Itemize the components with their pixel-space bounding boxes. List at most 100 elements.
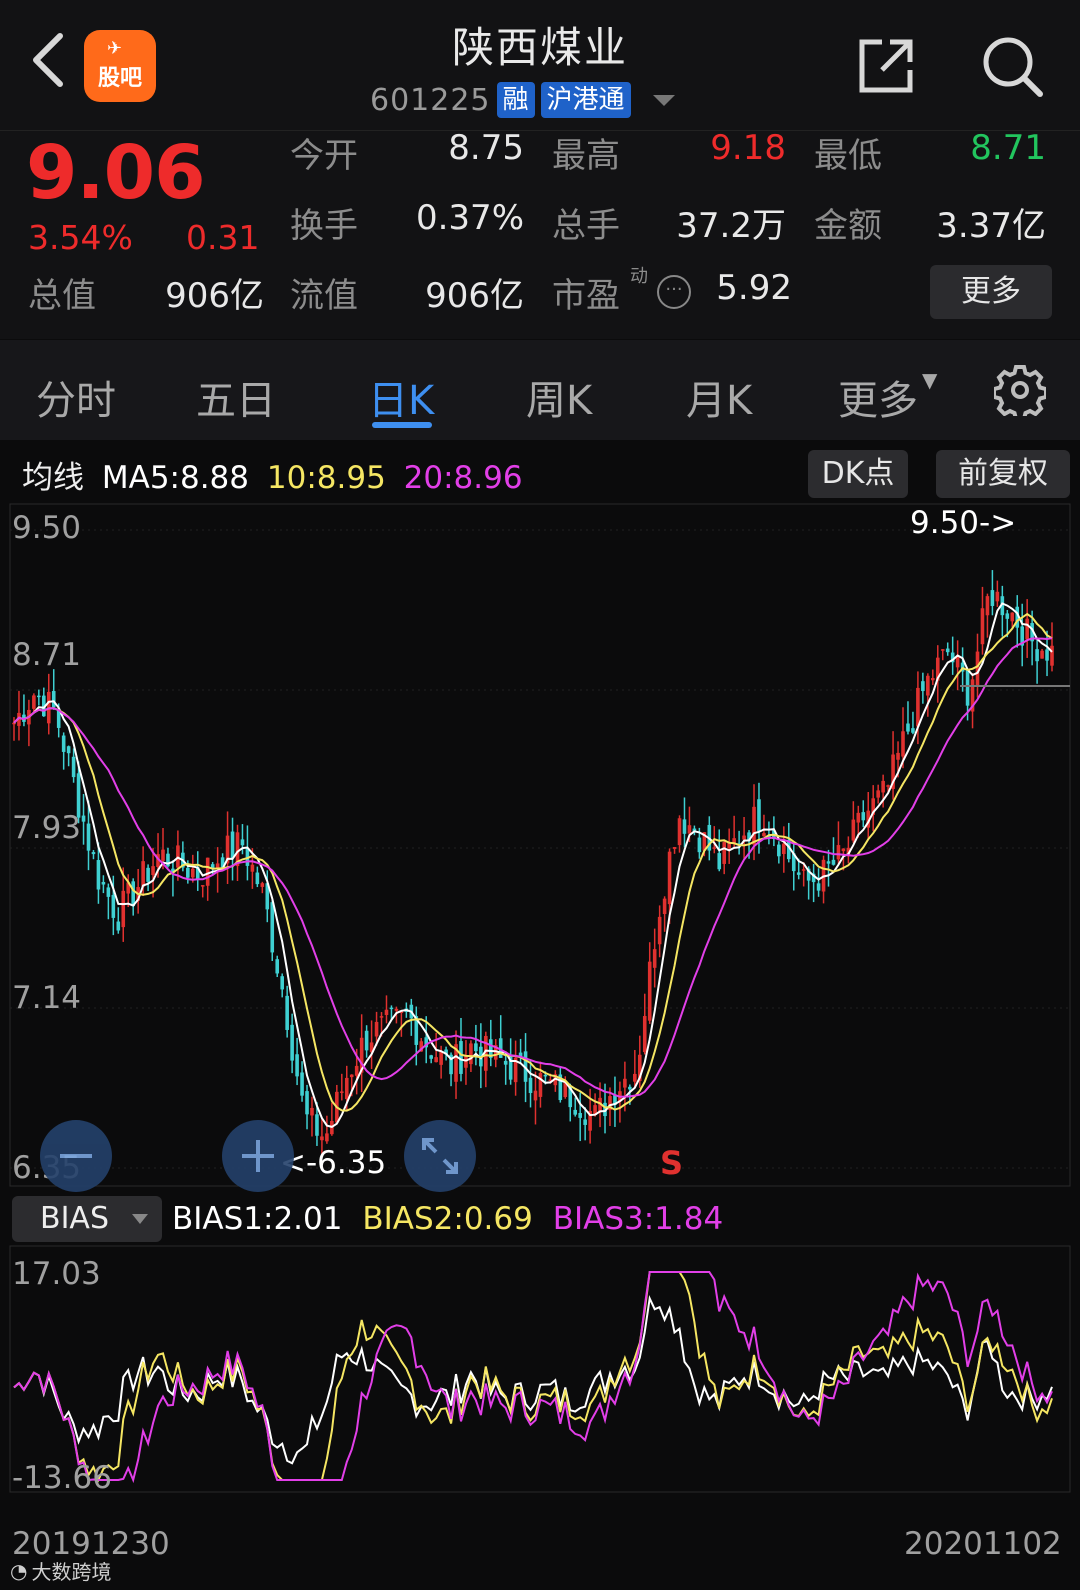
stock-code-line[interactable]: 601225 融 沪港通 (370, 80, 675, 120)
bias-legend: BIAS1:2.01 BIAS2:0.69 BIAS3:1.84 (172, 1196, 733, 1242)
tab-monthly-k[interactable]: 月K (686, 368, 752, 426)
candle-body (782, 843, 786, 854)
open-value: 8.75 (448, 128, 524, 168)
y-label-7.93: 7.93 (12, 810, 82, 846)
ma-label: 均线 (22, 460, 84, 496)
candle-body (394, 1008, 399, 1011)
low-label: 最低 (814, 136, 882, 176)
candle-body (757, 799, 761, 832)
candle-body (578, 1112, 582, 1118)
tab-five-day[interactable]: 五日 (196, 368, 276, 426)
candle-body (985, 596, 990, 616)
tab-weekly-k[interactable]: 周K (526, 368, 592, 426)
candle-body (677, 818, 682, 846)
bias-lines-group (13, 1271, 1053, 1484)
candle-body (945, 648, 950, 653)
candle-body (270, 902, 275, 953)
candle-body (151, 866, 155, 875)
candle-body (131, 881, 135, 907)
turnover-label: 换手 (290, 206, 358, 246)
pe-value: 5.92 (716, 268, 792, 308)
candle-body (583, 1119, 587, 1125)
candle-body (255, 872, 260, 885)
candle-body (51, 691, 56, 708)
candle-body (752, 806, 756, 845)
candle-body (682, 819, 687, 834)
candle-body (205, 857, 210, 886)
change-percent: 3.54% (28, 218, 133, 257)
candle-body (965, 669, 970, 706)
candle-body (1005, 613, 1010, 619)
bias-y-bottom: -13.66 (12, 1460, 112, 1496)
hk-connect-tag: 沪港通 (540, 82, 631, 118)
candle-body (384, 1009, 389, 1015)
dk-point-button[interactable]: DK点 (808, 450, 908, 498)
candle-body (1045, 649, 1049, 661)
candle-body (374, 1021, 379, 1037)
candle-body (831, 859, 836, 865)
fullscreen-button[interactable] (404, 1120, 476, 1192)
tab-daily-k[interactable]: 日K (368, 368, 434, 426)
candle-body (538, 1072, 543, 1097)
candle-body (161, 849, 165, 861)
candle-body (106, 887, 111, 897)
candle-body (633, 1073, 637, 1082)
candle-body (712, 847, 717, 849)
zoom-in-button[interactable] (222, 1120, 294, 1192)
candle-body (796, 872, 801, 875)
candle-body (931, 678, 935, 681)
candle-body (836, 845, 841, 860)
candle-body (667, 851, 672, 905)
ma20-line (13, 637, 1053, 1098)
candle-body (503, 1060, 508, 1065)
bias3-value: BIAS3:1.84 (552, 1201, 724, 1237)
candle-body (851, 819, 856, 841)
candle-body (623, 1078, 627, 1088)
guba-logo[interactable]: ✈ 股吧 (84, 30, 156, 102)
forward-adjust-button[interactable]: 前复权 (936, 450, 1070, 498)
candle-body (722, 842, 727, 864)
chevron-left-icon[interactable] (28, 30, 68, 90)
pe-label: 市盈 (552, 276, 620, 316)
candle-body (1010, 612, 1015, 622)
candle-body (91, 852, 96, 855)
bias1-line (13, 1294, 1053, 1465)
candle-body (926, 675, 930, 696)
bias1-value: BIAS1:2.01 (172, 1201, 343, 1237)
candle-body (916, 687, 920, 727)
watermark-logo-icon: ◔ (10, 1558, 28, 1583)
caret-down-icon: ▼ (922, 368, 938, 392)
tab-intraday[interactable]: 分时 (36, 368, 116, 426)
candle-body (995, 591, 1000, 602)
minus-icon (60, 1154, 92, 1158)
candle-body (260, 883, 265, 887)
candle-body (116, 921, 121, 931)
candle-body (61, 735, 66, 752)
volume-label: 总手 (552, 206, 620, 246)
candle-body (980, 608, 985, 645)
search-icon[interactable] (980, 34, 1046, 100)
candle-body (662, 898, 667, 915)
kline-chart[interactable] (0, 500, 1080, 1530)
indicator-selector[interactable]: BIAS (12, 1196, 162, 1242)
candle-body (280, 976, 284, 990)
candle-body (1050, 645, 1054, 666)
candle-body (354, 1065, 359, 1076)
candle-body (459, 1041, 463, 1074)
ma-legend: 均线 MA5:8.88 10:8.95 20:8.96 (22, 452, 531, 497)
candle-body (469, 1043, 473, 1065)
candle-body (250, 864, 255, 872)
more-dots-icon[interactable]: ··· (657, 275, 691, 309)
tab-more[interactable]: 更多 ▼ (838, 368, 937, 426)
more-info-button[interactable]: 更多 (930, 265, 1052, 319)
candle-body (876, 790, 880, 798)
candle-body (186, 867, 190, 878)
dropdown-caret-icon[interactable] (652, 94, 675, 106)
zoom-out-button[interactable] (40, 1120, 112, 1192)
gear-icon[interactable] (994, 364, 1046, 416)
candle-body (990, 590, 995, 606)
candle-body (389, 1007, 394, 1010)
caret-down-icon (132, 1214, 148, 1224)
candle-body (742, 835, 746, 840)
share-icon[interactable] (856, 36, 916, 96)
